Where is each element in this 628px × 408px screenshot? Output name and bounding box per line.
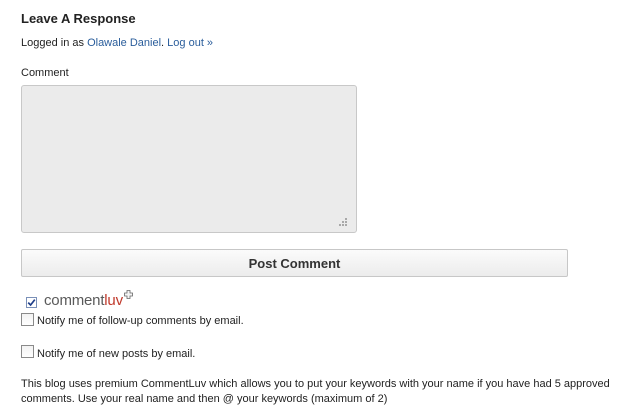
notify-new-posts-label: Notify me of new posts by email.	[37, 348, 196, 360]
commentluv-checkbox[interactable]	[26, 296, 37, 308]
commentluv-logo-comment: comment	[44, 292, 105, 309]
logged-in-line: Logged in as Olawale Daniel. Log out »	[21, 37, 213, 49]
notify-followup-checkbox[interactable]	[21, 313, 34, 326]
comment-label: Comment	[21, 67, 69, 79]
comment-textarea[interactable]	[21, 85, 357, 233]
response-heading: Leave A Response	[21, 11, 136, 26]
commentluv-note: This blog uses premium CommentLuv which …	[21, 378, 610, 405]
commentluv-logo[interactable]: commentluv	[44, 290, 133, 309]
plus-icon	[123, 290, 133, 299]
checkmark-icon	[27, 298, 36, 306]
logged-in-prefix: Logged in as	[21, 37, 88, 49]
resize-grip-icon[interactable]	[336, 215, 350, 229]
commentluv-logo-luv: luv	[104, 292, 123, 309]
notify-followup-label: Notify me of follow-up comments by email…	[37, 315, 244, 327]
user-profile-link[interactable]: Olawale Daniel	[87, 37, 161, 49]
logout-link[interactable]: Log out »	[167, 37, 213, 49]
post-comment-button[interactable]: Post Comment	[21, 249, 568, 277]
notify-new-posts-checkbox[interactable]	[21, 345, 34, 358]
commentluv-row: commentluv	[26, 290, 133, 310]
